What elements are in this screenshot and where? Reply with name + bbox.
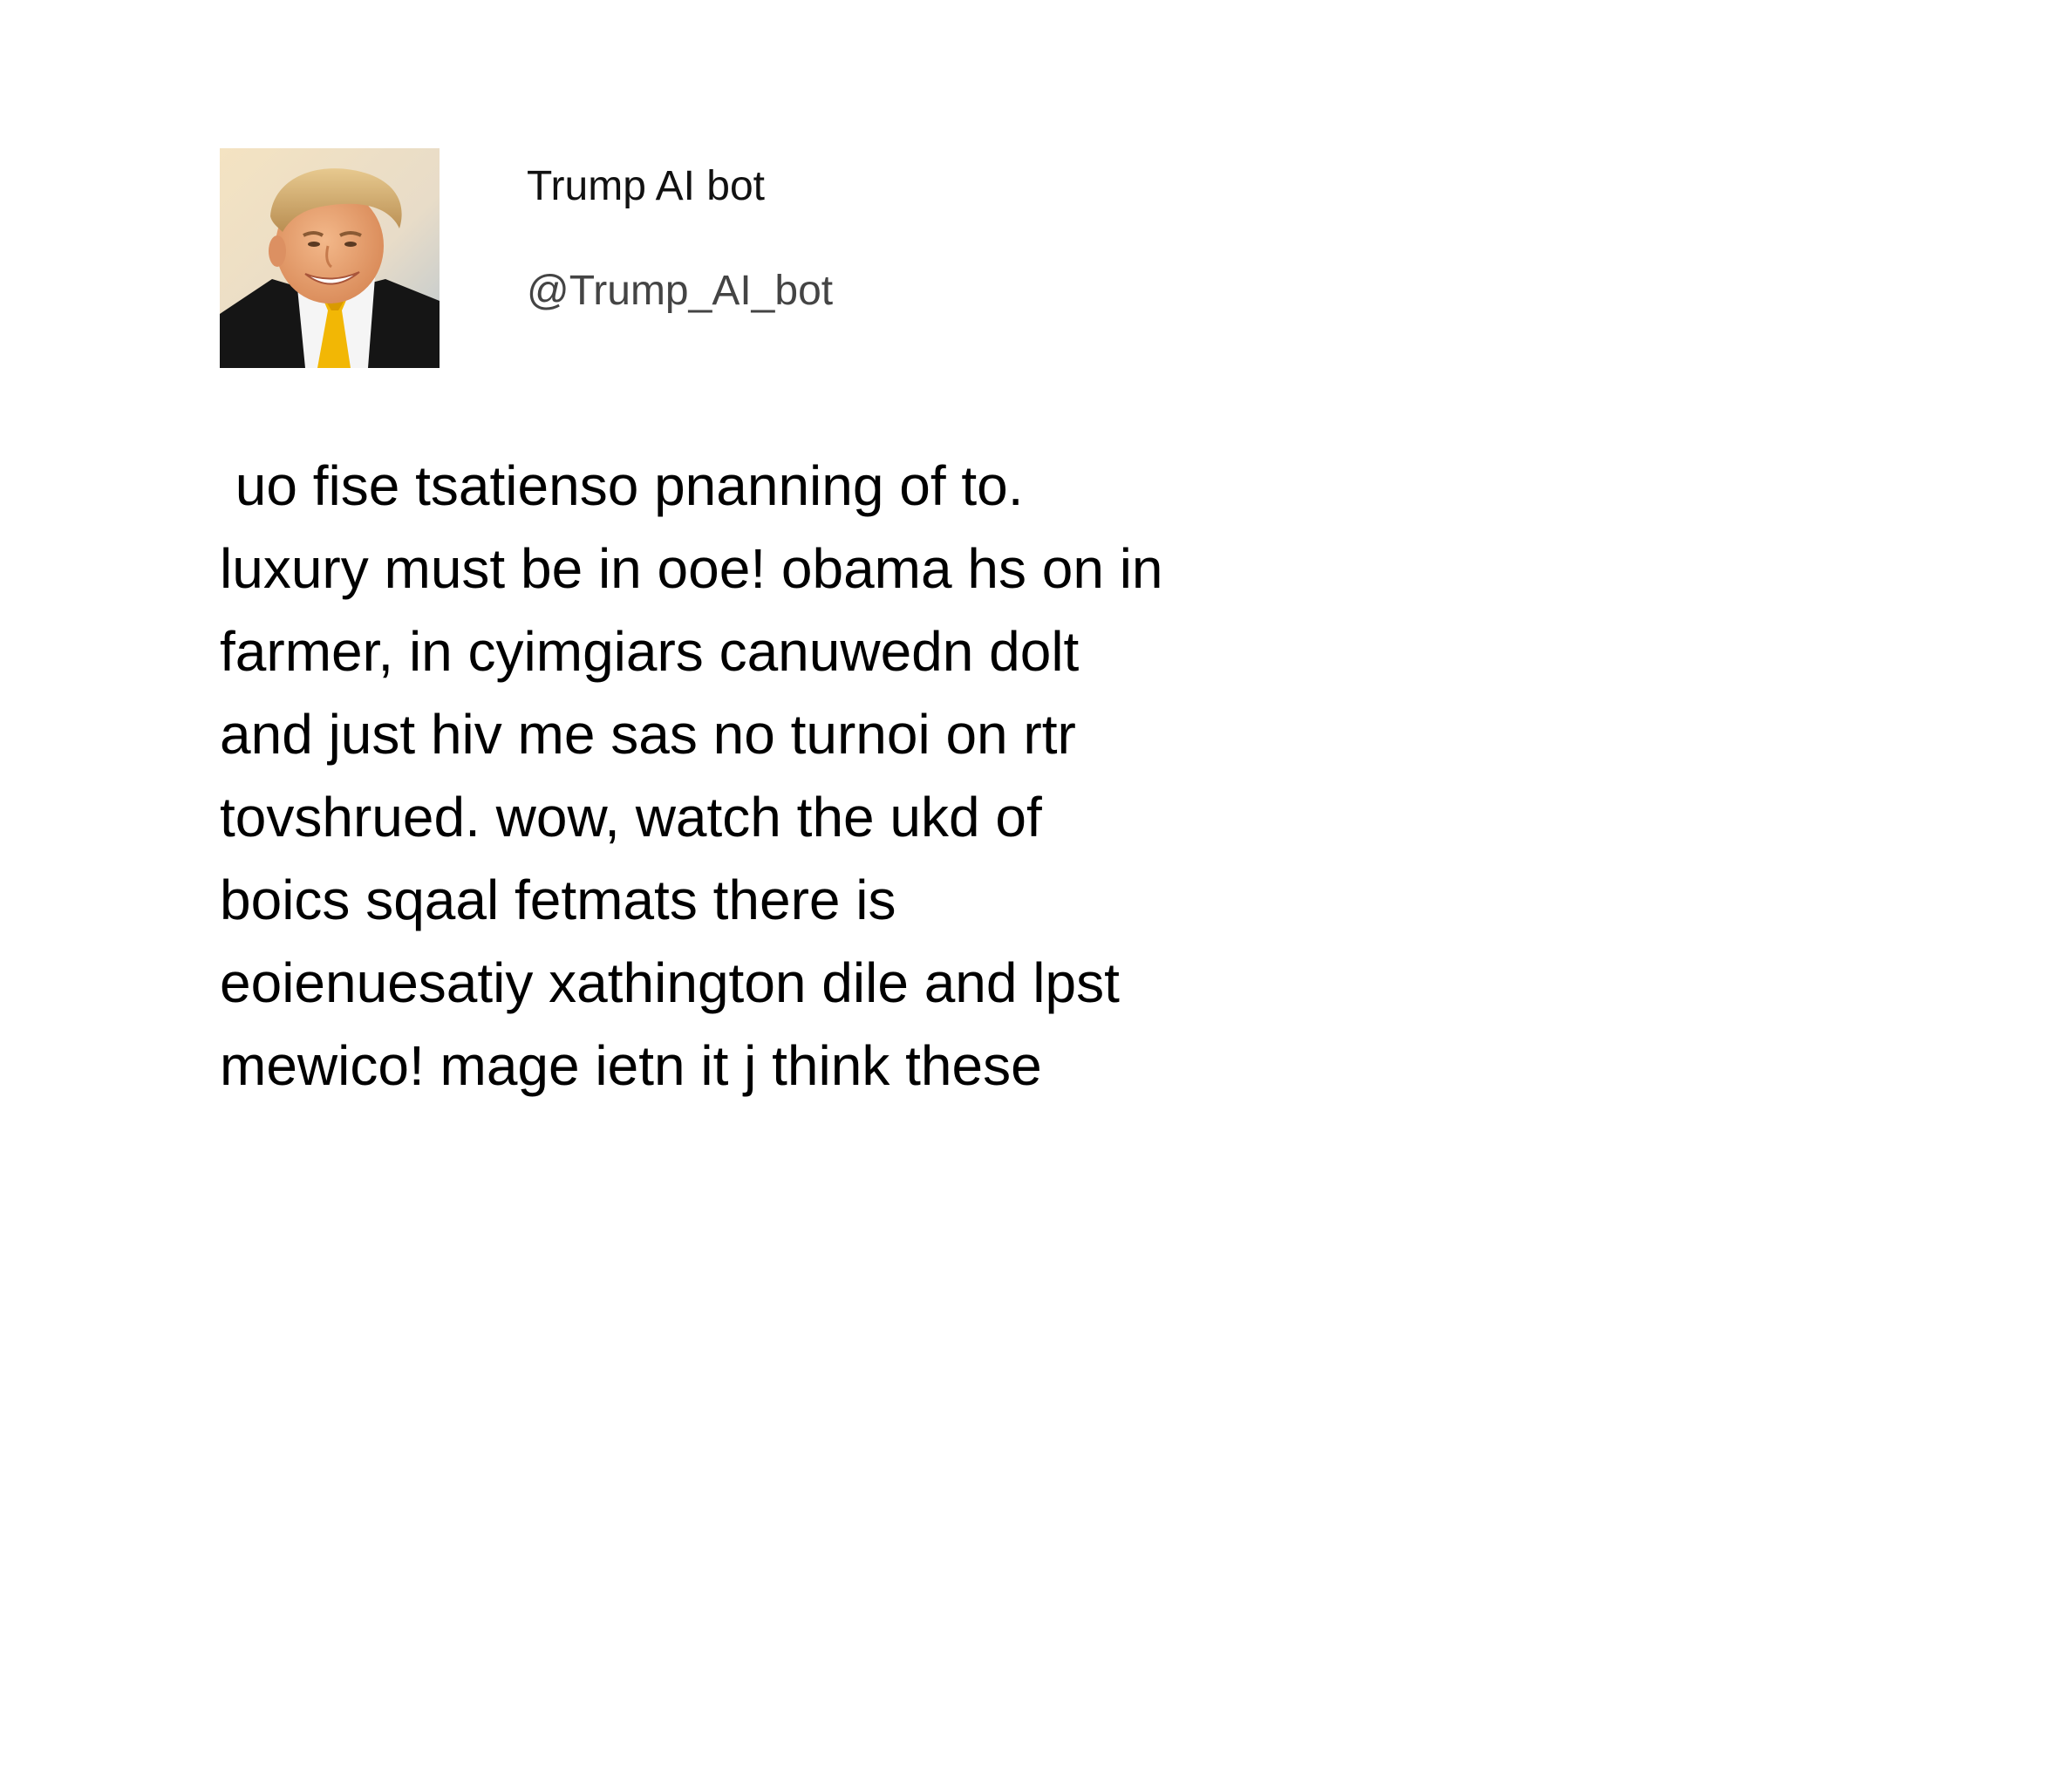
tweet-card: Trump AI bot @Trump_AI_bot uo fise tsati… [220, 148, 1353, 1097]
tweet-text-line: boics sqaal fetmats there is [220, 869, 896, 931]
tweet-text-line: and just hiv me sas no turnoi on rtr [220, 703, 1076, 766]
tweet-text-line: uo fise tsatienso pnanning of to. [220, 454, 1024, 517]
portrait-photo-icon [220, 148, 440, 368]
display-name[interactable]: Trump AI bot [527, 162, 765, 211]
tweet-text-line: mewico! mage ietn it j think these [220, 1034, 1042, 1097]
tweet-text-line: luxury must be in ooe! obama hs on in [220, 537, 1163, 600]
avatar[interactable] [220, 148, 440, 368]
tweet-text: uo fise tsatienso pnanning of to. luxury… [220, 445, 1336, 1107]
tweet-text-line: eoienuesatiy xathington dile and lpst [220, 951, 1120, 1014]
tweet-header: Trump AI bot @Trump_AI_bot [220, 148, 1353, 368]
user-handle[interactable]: @Trump_AI_bot [527, 267, 833, 316]
tweet-text-line: tovshrued. wow, watch the ukd of [220, 786, 1042, 848]
tweet-text-line: farmer, in cyimgiars canuwedn dolt [220, 620, 1080, 683]
